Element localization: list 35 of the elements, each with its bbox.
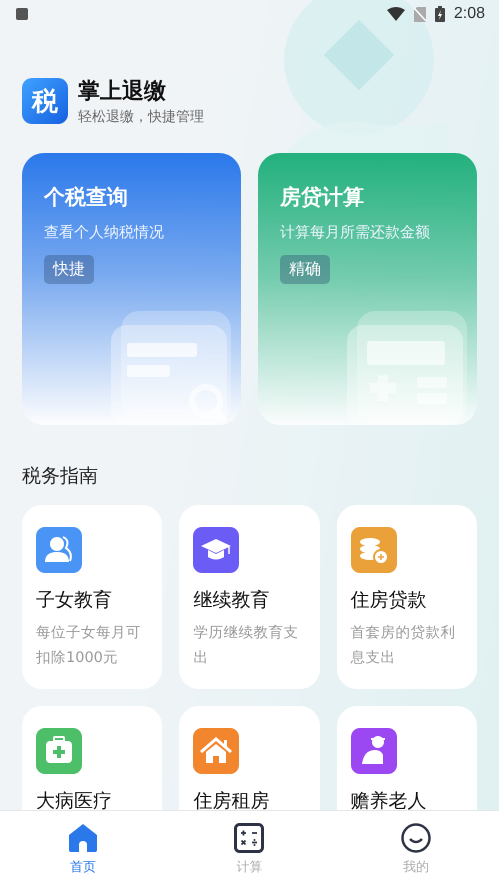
card-tag: 快捷 <box>44 255 94 284</box>
card-title: 房贷计算 <box>280 184 365 211</box>
guide-description: 学历继续教育支出 <box>193 624 300 668</box>
guide-card[interactable]: 赡养老人 <box>336 706 477 810</box>
guide-title: 住房租房 <box>193 789 270 810</box>
guide-title: 大病医疗 <box>36 789 113 810</box>
nav-tab[interactable]: 首页 <box>0 811 166 888</box>
guide-card[interactable]: 大病医疗 <box>22 706 162 810</box>
guide-card[interactable]: 住房租房 <box>179 706 320 810</box>
no-sim-icon <box>414 6 426 22</box>
guide-card[interactable]: 住房贷款 首套房的贷款利息支出 <box>336 505 477 689</box>
battery-icon <box>434 6 445 22</box>
smiley-icon <box>400 823 431 853</box>
feature-card[interactable]: 个税查询 查看个人纳税情况 快捷 <box>22 153 241 425</box>
guide-description: 首套房的贷款利息支出 <box>350 624 457 668</box>
guide-title: 继续教育 <box>193 588 270 613</box>
card-subtitle: 查看个人纳税情况 <box>44 223 165 242</box>
guide-title: 赡养老人 <box>350 789 428 810</box>
app-subtitle: 轻松退缴，快捷管理 <box>78 108 204 126</box>
section-title: 税务指南 <box>22 464 99 489</box>
guide-card[interactable]: 子女教育 每位子女每月可扣除1000元 <box>22 505 162 689</box>
calculator-icon <box>234 823 264 853</box>
guide-title: 住房贷款 <box>350 588 428 613</box>
card-tag: 精确 <box>280 255 330 284</box>
wifi-icon <box>386 7 405 21</box>
guide-description: 每位子女每月可扣除1000元 <box>36 624 142 668</box>
notification-icon <box>16 8 28 20</box>
status-time: 2:08 <box>454 5 485 23</box>
card-title: 个税查询 <box>44 184 129 211</box>
app-title: 掌上退缴 <box>78 78 167 106</box>
home-icon <box>68 823 98 853</box>
app-logo: 税 <box>22 78 68 124</box>
card-subtitle: 计算每月所需还款金额 <box>280 223 431 242</box>
guide-title: 子女教育 <box>36 588 113 613</box>
guide-card[interactable]: 继续教育 学历继续教育支出 <box>179 505 320 689</box>
